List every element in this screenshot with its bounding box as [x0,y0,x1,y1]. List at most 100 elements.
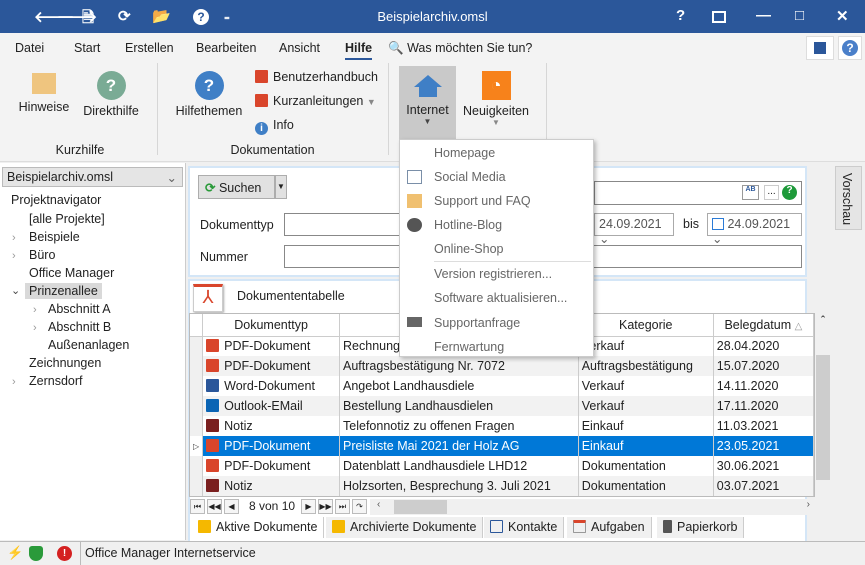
chevron-right-icon[interactable]: › [12,232,16,244]
search-button[interactable]: ⟳ Suchen [198,175,275,199]
tree-item[interactable]: Außenanlagen [48,338,129,352]
preview-tab[interactable]: Vorschau [835,166,862,230]
fulltext-input[interactable]: AB ... ? [594,181,802,205]
direkthilfe-button[interactable]: ? Direkthilfe [80,71,142,118]
row-header[interactable] [190,356,204,376]
tree-item[interactable]: Zernsdorf [29,374,83,388]
scrollbar-thumb[interactable] [394,500,447,514]
chevron-right-icon[interactable]: › [33,304,37,316]
hinweise-button[interactable]: Hinweise [15,71,73,114]
tab-aufgaben[interactable]: Aufgaben [567,517,652,538]
table-row[interactable]: PDF-Dokument Auftragsbestätigung Nr. 7072… [190,356,814,376]
row-header[interactable] [190,456,204,476]
table-row[interactable]: Word-Dokument Angebot Landhausdiele Verkau… [190,376,814,396]
benutzerhandbuch-button[interactable]: Benutzerhandbuch [255,70,378,84]
tab-archivierte-dokumente[interactable]: Archivierte Dokumente [326,517,484,538]
info-button[interactable]: i Info [255,118,294,135]
date-to-picker[interactable]: 24.09.2021 ⌄ [707,213,802,246]
spellcheck-icon[interactable]: AB [742,185,759,200]
chevron-right-icon[interactable]: › [12,250,16,262]
more-button[interactable]: ... [764,185,779,200]
tree-item[interactable]: Zeichnungen [29,356,101,370]
menu-item-support-faq[interactable]: Support und FAQ [434,194,531,208]
tell-me-search[interactable]: 🔍 Was möchten Sie tun? [388,41,532,56]
chevron-right-icon[interactable]: › [12,376,16,388]
tree-item[interactable]: Büro [29,248,55,262]
tab-erstellen[interactable]: Erstellen [125,41,174,55]
date-checkbox[interactable] [712,218,724,230]
chevron-right-icon[interactable]: › [33,322,37,334]
tree-item[interactable]: Office Manager [29,266,114,280]
tab-kontakte[interactable]: Kontakte [484,517,565,538]
column-header-belegdatum[interactable]: Belegdatum △ [713,314,814,337]
kurzanleitungen-button[interactable]: Kurzanleitungen ▼ [255,94,376,108]
help-icon[interactable]: ? [782,185,797,200]
alert-icon[interactable]: ! [57,546,72,561]
scrollbar-thumb[interactable] [816,355,830,480]
internet-button[interactable]: Internet ▼ [399,66,456,139]
tab-label: Aufgaben [591,520,645,534]
title-bar: 🡐 🡒 🗎 ⟳ 📂 ? ₌ Beispielarchiv.omsl ? — □ … [0,0,865,33]
tab-ansicht[interactable]: Ansicht [279,41,320,55]
tree-item[interactable]: Abschnitt B [48,320,111,334]
ribbon-display-icon[interactable] [712,11,726,23]
prev-page-button[interactable]: ◀◀ [207,499,222,514]
menu-item-fernwartung[interactable]: Fernwartung [434,340,504,354]
web-settings-button[interactable] [806,36,834,60]
menu-item-version-registrieren[interactable]: Version registrieren... [434,267,552,281]
help-button[interactable]: ? [676,7,685,24]
row-header[interactable] [190,476,204,496]
menu-item-hotline-blog[interactable]: Hotline-Blog [434,218,502,232]
vertical-scrollbar[interactable]: ⌃ [815,314,831,497]
tab-papierkorb[interactable]: Papierkorb [657,517,745,538]
tab-bearbeiten[interactable]: Bearbeiten [196,41,256,55]
search-options-dropdown[interactable]: ▼ [275,175,287,199]
hilfethemen-button[interactable]: ? Hilfethemen [172,71,246,118]
first-page-button[interactable]: ⏮ [190,499,205,514]
close-button[interactable]: ✕ [836,7,849,25]
row-header[interactable] [190,336,204,356]
last-page-button[interactable]: ⏭ [335,499,350,514]
prev-record-button[interactable]: ◀ [224,499,239,514]
table-row[interactable]: Notiz Telefonnotiz zu offenen Fragen Einka… [190,416,814,436]
next-page-button[interactable]: ▶▶ [318,499,333,514]
column-header-dokumenttyp[interactable]: Dokumenttyp [202,314,341,337]
next-record-button[interactable]: ▶ [301,499,316,514]
minimize-button[interactable]: — [756,7,771,24]
cell-belegdatum: 17.11.2020 [713,396,814,416]
archive-select[interactable]: Beispielarchiv.omsl ⌄ [2,167,183,187]
bis-label: bis [683,217,699,231]
refresh-button[interactable]: ↷ [352,499,367,514]
row-header[interactable]: ▷ [190,436,204,456]
menu-item-software-aktualisieren[interactable]: Software aktualisieren... [434,291,567,305]
row-header[interactable] [190,396,204,416]
row-header[interactable] [190,416,204,436]
maximize-button[interactable]: □ [795,7,804,24]
help-circle-button[interactable]: ? [838,36,862,60]
doctype-input[interactable] [284,213,404,236]
tab-hilfe[interactable]: Hilfe [345,41,373,60]
column-header-kategorie[interactable]: Kategorie [578,314,714,337]
tree-item-selected[interactable]: Prinzenallee [25,283,102,299]
word-icon [206,379,220,392]
chevron-down-icon[interactable]: ⌄ [11,284,20,297]
tree-item[interactable]: [alle Projekte] [29,212,105,226]
menu-item-supportanfrage[interactable]: Supportanfrage [434,316,520,330]
neuigkeiten-button[interactable]: ◔ Neuigkeiten ▼ [460,71,532,127]
menu-item-homepage[interactable]: Homepage [434,146,495,160]
table-row[interactable]: Outlook-EMail Bestellung Landhausdielen Ve… [190,396,814,416]
calendar-icon [573,520,586,533]
row-header[interactable] [190,376,204,396]
tab-datei[interactable]: Datei [15,41,44,55]
date-from-picker[interactable]: 24.09.2021 ⌄ [594,213,674,246]
menu-item-social-media[interactable]: Social Media [434,170,506,184]
tab-aktive-dokumente[interactable]: Aktive Dokumente [192,517,325,538]
table-row[interactable]: Notiz Holzsorten, Besprechung 3. Juli 202… [190,476,814,496]
tree-item[interactable]: Beispiele [29,230,80,244]
tree-item[interactable]: Abschnitt A [48,302,111,316]
table-row[interactable]: PDF-Dokument Datenblatt Landhausdiele LHD… [190,456,814,476]
table-row[interactable]: ▷ PDF-Dokument Preisliste Mai 2021 der Hol… [190,436,814,456]
menu-item-online-shop[interactable]: Online-Shop [434,242,504,256]
tab-start[interactable]: Start [74,41,100,55]
horizontal-scrollbar[interactable]: ‹ › [370,499,815,515]
